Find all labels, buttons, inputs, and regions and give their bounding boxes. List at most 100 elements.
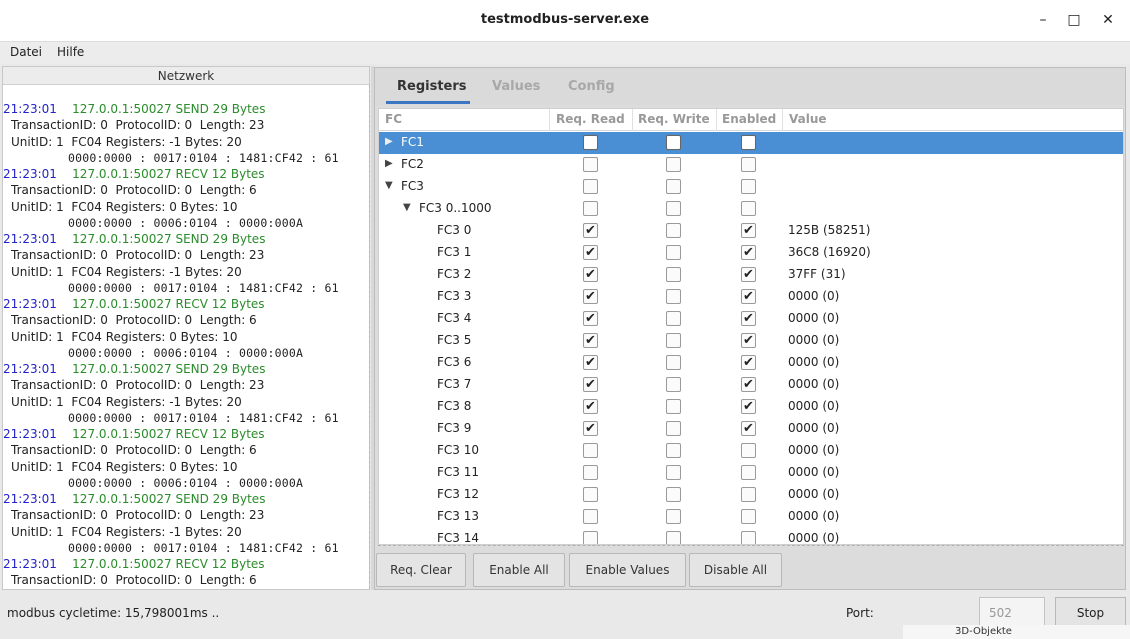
- close-button[interactable]: ✕: [1097, 10, 1119, 30]
- checked-checkbox-enabled[interactable]: ✔: [741, 377, 756, 392]
- menu-datei[interactable]: Datei: [10, 45, 42, 59]
- checked-checkbox-enabled[interactable]: ✔: [741, 289, 756, 304]
- checked-checkbox-enabled[interactable]: ✔: [741, 267, 756, 282]
- collapsed-arrow-icon[interactable]: ▶: [385, 158, 393, 169]
- column-fc[interactable]: FC: [385, 112, 402, 126]
- checked-checkbox-enabled[interactable]: ✔: [741, 421, 756, 436]
- checked-checkbox-read[interactable]: ✔: [583, 289, 598, 304]
- checked-checkbox-read[interactable]: ✔: [583, 333, 598, 348]
- table-row[interactable]: FC3 9 ✔ ✔ 0000 (0): [379, 418, 1123, 440]
- table-row[interactable]: FC3 1 ✔ ✔ 36C8 (16920): [379, 242, 1123, 264]
- disable-all-button[interactable]: Disable All: [689, 553, 782, 587]
- checkbox-write[interactable]: [666, 509, 681, 524]
- checkbox-write[interactable]: [666, 443, 681, 458]
- req-clear-button[interactable]: Req. Clear: [376, 553, 466, 587]
- table-row[interactable]: FC3 14 0000 (0): [379, 528, 1123, 544]
- checkbox-read[interactable]: [583, 465, 598, 480]
- checkbox-read[interactable]: [583, 509, 598, 524]
- table-row[interactable]: FC3 13 0000 (0): [379, 506, 1123, 528]
- checked-checkbox-enabled[interactable]: ✔: [741, 223, 756, 238]
- tab-config[interactable]: Config: [568, 79, 615, 94]
- table-row[interactable]: FC3 5 ✔ ✔ 0000 (0): [379, 330, 1123, 352]
- checkbox-write[interactable]: [666, 289, 681, 304]
- expanded-arrow-icon[interactable]: ▼: [385, 180, 393, 191]
- checkbox-write[interactable]: [666, 377, 681, 392]
- checked-checkbox-read[interactable]: ✔: [583, 223, 598, 238]
- checkbox-enabled[interactable]: [741, 487, 756, 502]
- checkbox-read[interactable]: [583, 135, 598, 150]
- table-row[interactable]: FC3 6 ✔ ✔ 0000 (0): [379, 352, 1123, 374]
- checkbox-write[interactable]: [666, 333, 681, 348]
- tab-registers[interactable]: Registers: [397, 79, 467, 94]
- checkbox-write[interactable]: [666, 201, 681, 216]
- table-row[interactable]: ▼ FC3: [379, 176, 1123, 198]
- table-row[interactable]: FC3 12 0000 (0): [379, 484, 1123, 506]
- checked-checkbox-enabled[interactable]: ✔: [741, 333, 756, 348]
- column-req-write[interactable]: Req. Write: [638, 112, 710, 126]
- checked-checkbox-enabled[interactable]: ✔: [741, 311, 756, 326]
- enable-values-button[interactable]: Enable Values: [569, 553, 686, 587]
- table-row[interactable]: FC3 4 ✔ ✔ 0000 (0): [379, 308, 1123, 330]
- checkbox-enabled[interactable]: [741, 179, 756, 194]
- checkbox-write[interactable]: [666, 223, 681, 238]
- checkbox-read[interactable]: [583, 531, 598, 544]
- checkbox-write[interactable]: [666, 531, 681, 544]
- checkbox-enabled[interactable]: [741, 443, 756, 458]
- checkbox-enabled[interactable]: [741, 157, 756, 172]
- checkbox-write[interactable]: [666, 399, 681, 414]
- collapsed-arrow-icon[interactable]: ▶: [385, 136, 393, 147]
- row-value: 36C8 (16920): [788, 245, 871, 259]
- column-req-read[interactable]: Req. Read: [556, 112, 625, 126]
- checkbox-write[interactable]: [666, 267, 681, 282]
- enable-all-button[interactable]: Enable All: [473, 553, 565, 587]
- table-row[interactable]: FC3 0 ✔ ✔ 125B (58251): [379, 220, 1123, 242]
- maximize-button[interactable]: □: [1063, 10, 1085, 30]
- checked-checkbox-enabled[interactable]: ✔: [741, 245, 756, 260]
- checked-checkbox-read[interactable]: ✔: [583, 355, 598, 370]
- checkbox-enabled[interactable]: [741, 201, 756, 216]
- checkbox-read[interactable]: [583, 443, 598, 458]
- table-row[interactable]: FC3 2 ✔ ✔ 37FF (31): [379, 264, 1123, 286]
- checkbox-read[interactable]: [583, 179, 598, 194]
- table-row[interactable]: ▶ FC1: [379, 132, 1123, 154]
- checked-checkbox-read[interactable]: ✔: [583, 267, 598, 282]
- expanded-arrow-icon[interactable]: ▼: [403, 202, 411, 213]
- checked-checkbox-read[interactable]: ✔: [583, 245, 598, 260]
- table-row[interactable]: FC3 8 ✔ ✔ 0000 (0): [379, 396, 1123, 418]
- checkbox-read[interactable]: [583, 487, 598, 502]
- checked-checkbox-enabled[interactable]: ✔: [741, 355, 756, 370]
- checkbox-write[interactable]: [666, 135, 681, 150]
- checked-checkbox-read[interactable]: ✔: [583, 377, 598, 392]
- row-name: FC3 0..1000: [419, 201, 492, 215]
- table-row[interactable]: FC3 7 ✔ ✔ 0000 (0): [379, 374, 1123, 396]
- checkbox-write[interactable]: [666, 465, 681, 480]
- checked-checkbox-enabled[interactable]: ✔: [741, 399, 756, 414]
- checkbox-enabled[interactable]: [741, 531, 756, 544]
- checked-checkbox-read[interactable]: ✔: [583, 421, 598, 436]
- checkbox-write[interactable]: [666, 421, 681, 436]
- network-log[interactable]: 21:23:01 127.0.0.1:50027 SEND 29 Bytes Tr…: [3, 101, 369, 589]
- checkbox-write[interactable]: [666, 179, 681, 194]
- table-row[interactable]: ▼ FC3 0..1000: [379, 198, 1123, 220]
- column-enabled[interactable]: Enabled: [722, 112, 776, 126]
- checkbox-write[interactable]: [666, 157, 681, 172]
- checkbox-read[interactable]: [583, 157, 598, 172]
- table-row[interactable]: FC3 11 0000 (0): [379, 462, 1123, 484]
- checkbox-write[interactable]: [666, 487, 681, 502]
- checkbox-write[interactable]: [666, 245, 681, 260]
- table-row[interactable]: ▶ FC2: [379, 154, 1123, 176]
- column-value[interactable]: Value: [789, 112, 827, 126]
- menu-hilfe[interactable]: Hilfe: [57, 45, 84, 59]
- checkbox-read[interactable]: [583, 201, 598, 216]
- checkbox-enabled[interactable]: [741, 465, 756, 480]
- minimize-button[interactable]: –: [1032, 10, 1054, 30]
- table-row[interactable]: FC3 3 ✔ ✔ 0000 (0): [379, 286, 1123, 308]
- checkbox-write[interactable]: [666, 355, 681, 370]
- checked-checkbox-read[interactable]: ✔: [583, 399, 598, 414]
- checked-checkbox-read[interactable]: ✔: [583, 311, 598, 326]
- checkbox-write[interactable]: [666, 311, 681, 326]
- table-row[interactable]: FC3 10 0000 (0): [379, 440, 1123, 462]
- checkbox-enabled[interactable]: [741, 509, 756, 524]
- tab-values[interactable]: Values: [492, 79, 540, 94]
- checkbox-enabled[interactable]: [741, 135, 756, 150]
